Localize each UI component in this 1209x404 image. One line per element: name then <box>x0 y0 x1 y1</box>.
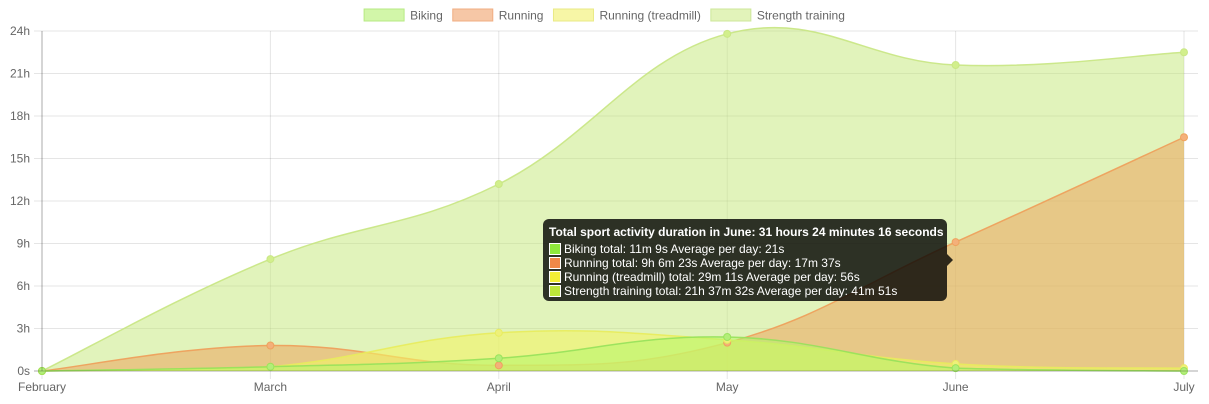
legend-swatch <box>363 8 405 22</box>
point-running <box>494 361 503 370</box>
legend-swatch <box>452 8 494 22</box>
y-tick-label: 24h <box>10 24 30 38</box>
x-tick-label: March <box>254 380 287 394</box>
legend-label: Biking <box>410 9 443 23</box>
point-strength-training <box>951 61 960 69</box>
legend-item-strength-training: Strength training <box>710 8 845 23</box>
area-chart: Biking Running Running (treadmill) Strength… <box>10 8 1198 394</box>
series-areas <box>41 26 1185 372</box>
x-tick-label: February <box>18 380 66 394</box>
tooltip-swatch <box>549 271 561 283</box>
tooltip-row-text: Running (treadmill) total: 29m 11s Avera… <box>564 269 860 284</box>
point-biking <box>723 333 732 341</box>
legend-item-running-treadmill: Running (treadmill) <box>552 8 701 23</box>
point-biking <box>494 354 503 363</box>
x-tick-label: June <box>943 380 969 394</box>
x-tick-label: April <box>487 380 511 394</box>
tooltip-swatch <box>549 285 561 297</box>
chart-container: Biking Running Running (treadmill) Strength… <box>0 0 1209 404</box>
legend-label: Running <box>499 9 544 23</box>
legend: Biking Running Running (treadmill) Strength… <box>363 8 845 23</box>
point-strength-training <box>723 29 732 38</box>
tooltip-swatch <box>549 243 561 255</box>
point-strength-training <box>266 255 275 264</box>
legend-swatch <box>710 8 752 22</box>
y-tick-label: 0s <box>17 364 30 378</box>
x-tick-label: May <box>716 380 739 394</box>
legend-swatch <box>552 8 594 22</box>
tooltip-title: Total sport activity duration in June: 3… <box>549 225 944 239</box>
y-tick-label: 15h <box>10 152 30 166</box>
point-running <box>1180 133 1188 142</box>
tooltip-row-strength-training: Strength training total: 21h 37m 32s Ave… <box>549 284 941 298</box>
tooltip-row-text: Biking total: 11m 9s Average per day: 21… <box>564 241 785 256</box>
x-tick-label: July <box>1173 380 1194 394</box>
legend-label: Strength training <box>757 9 845 23</box>
tooltip-row-running-treadmill: Running (treadmill) total: 29m 11s Avera… <box>549 270 941 284</box>
tooltip-caret <box>947 254 953 266</box>
point-strength-training <box>494 180 503 188</box>
point-running-treadmill <box>494 328 503 337</box>
tooltip-row-running: Running total: 9h 6m 23s Average per day… <box>549 256 941 270</box>
y-tick-label: 9h <box>17 237 30 251</box>
tooltip-row-text: Strength training total: 21h 37m 32s Ave… <box>564 283 898 298</box>
y-tick-label: 18h <box>10 109 30 123</box>
y-tick-label: 12h <box>10 194 30 208</box>
point-running <box>266 341 275 350</box>
legend-item-biking: Biking <box>363 8 443 23</box>
y-tick-label: 6h <box>17 279 30 293</box>
y-tick-label: 21h <box>10 67 30 81</box>
tooltip-swatch <box>549 257 561 269</box>
point-biking <box>266 362 275 371</box>
point-strength-training <box>1180 48 1188 57</box>
tooltip-row-text: Running total: 9h 6m 23s Average per day… <box>564 255 841 270</box>
tooltip-row-biking: Biking total: 11m 9s Average per day: 21… <box>549 242 941 256</box>
legend-item-running: Running <box>452 8 544 23</box>
point-running <box>951 238 960 247</box>
y-tick-label: 3h <box>17 322 30 336</box>
tooltip: Total sport activity duration in June: 3… <box>543 219 947 301</box>
legend-label: Running (treadmill) <box>599 9 700 23</box>
